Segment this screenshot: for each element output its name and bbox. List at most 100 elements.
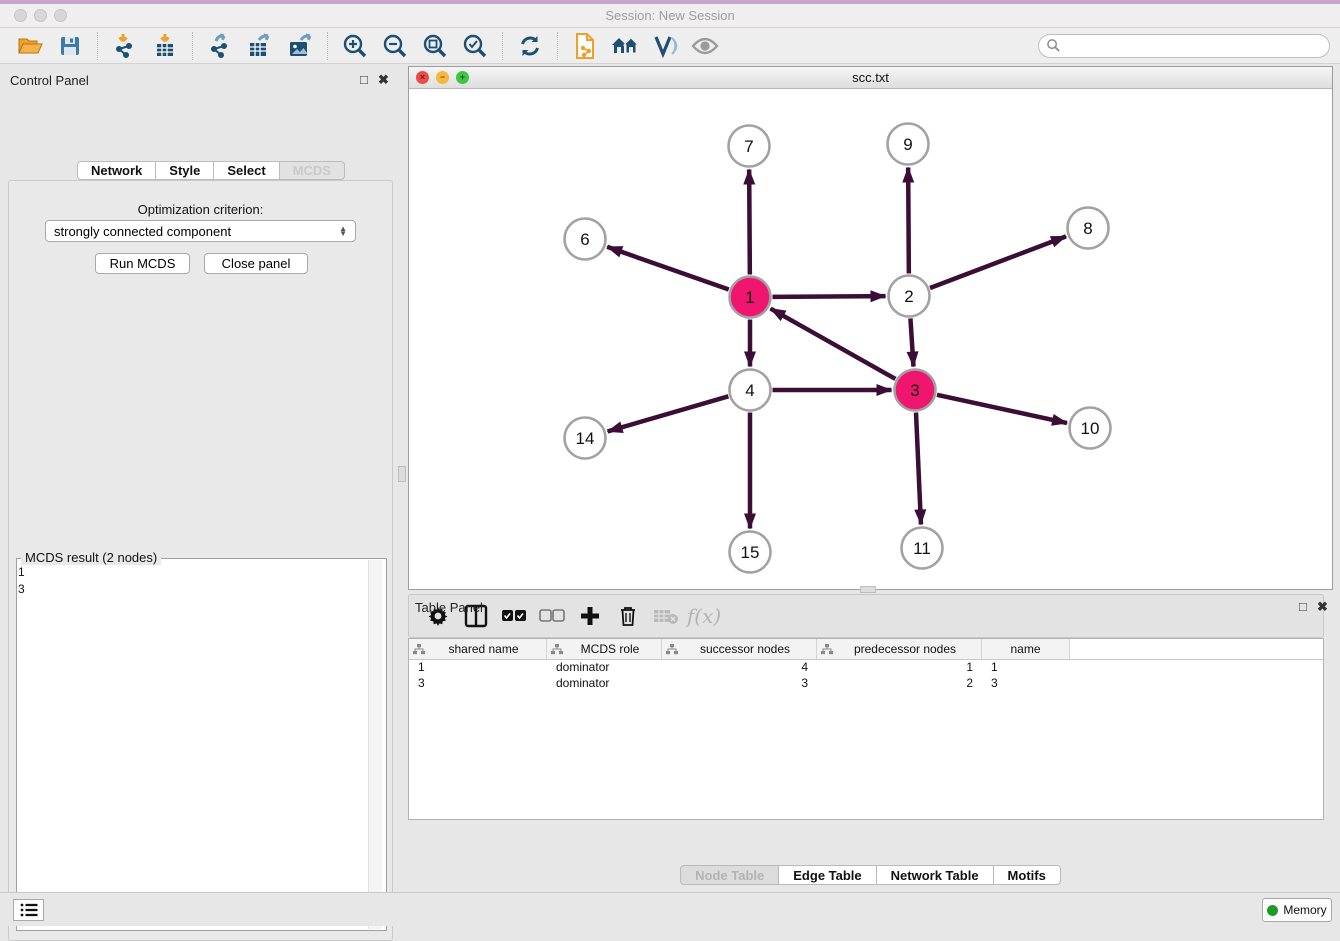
table-cell[interactable]: 3 bbox=[409, 676, 547, 692]
edge-3-10[interactable] bbox=[937, 395, 1067, 423]
export-table-icon[interactable] bbox=[244, 31, 276, 61]
node-4[interactable]: 4 bbox=[730, 370, 771, 411]
float-table-panel-icon[interactable]: □ bbox=[1299, 599, 1307, 614]
node-label: 8 bbox=[1083, 219, 1092, 238]
import-table-icon[interactable] bbox=[149, 31, 181, 61]
deselect-all-icon[interactable] bbox=[535, 600, 569, 632]
table-tabs: Node Table Edge Table Network Table Moti… bbox=[408, 865, 1333, 885]
node-7[interactable]: 7 bbox=[729, 126, 770, 167]
table-cell[interactable]: dominator bbox=[547, 660, 662, 676]
table-cell[interactable]: 1 bbox=[982, 660, 1070, 676]
tab-node-table[interactable]: Node Table bbox=[680, 865, 778, 885]
open-session-icon[interactable] bbox=[14, 31, 46, 61]
column-header-shared-name[interactable]: shared name bbox=[409, 639, 547, 659]
close-table-panel-icon[interactable]: ✖ bbox=[1317, 599, 1328, 615]
close-window-button[interactable] bbox=[14, 9, 27, 22]
tab-motifs[interactable]: Motifs bbox=[993, 865, 1061, 885]
table-row[interactable]: 3dominator323 bbox=[409, 676, 1323, 692]
column-header-predecessor-nodes[interactable]: predecessor nodes bbox=[817, 639, 982, 659]
task-history-button[interactable] bbox=[13, 899, 44, 921]
edge-2-9[interactable] bbox=[908, 167, 909, 273]
network-window-titlebar[interactable]: × − + scc.txt bbox=[409, 67, 1332, 89]
horizontal-splitter-grip[interactable] bbox=[860, 586, 876, 593]
node-3[interactable]: 3 bbox=[895, 370, 936, 411]
zoom-out-icon[interactable] bbox=[379, 31, 411, 61]
tab-select[interactable]: Select bbox=[213, 161, 278, 180]
tab-network-table[interactable]: Network Table bbox=[876, 865, 993, 885]
node-14[interactable]: 14 bbox=[565, 418, 606, 459]
network-file-icon[interactable] bbox=[569, 31, 601, 61]
zoom-window-button[interactable] bbox=[54, 9, 67, 22]
vizmapper-icon[interactable] bbox=[649, 31, 681, 61]
run-mcds-button[interactable]: Run MCDS bbox=[95, 253, 190, 274]
float-panel-icon[interactable]: □ bbox=[360, 72, 368, 87]
import-network-icon[interactable] bbox=[109, 31, 141, 61]
node-label: 10 bbox=[1081, 419, 1100, 438]
edge-1-7[interactable] bbox=[749, 169, 750, 274]
zoom-in-icon[interactable] bbox=[339, 31, 371, 61]
add-icon[interactable] bbox=[573, 600, 607, 632]
close-network-button[interactable]: × bbox=[416, 71, 429, 84]
search-box[interactable] bbox=[1038, 34, 1330, 58]
close-panel-button[interactable]: Close panel bbox=[204, 253, 308, 274]
tab-edge-table[interactable]: Edge Table bbox=[778, 865, 875, 885]
hide-eye-icon[interactable] bbox=[689, 31, 721, 61]
maximize-network-button[interactable]: + bbox=[456, 71, 469, 84]
table-row[interactable]: 1dominator411 bbox=[409, 660, 1323, 676]
cyndex-home-icon[interactable] bbox=[609, 31, 641, 61]
export-image-icon[interactable] bbox=[284, 31, 316, 61]
column-header-successor-nodes[interactable]: successor nodes bbox=[662, 639, 817, 659]
edge-1-2[interactable] bbox=[772, 296, 885, 297]
result-scrollbar[interactable] bbox=[368, 560, 382, 929]
table-cell[interactable]: 3 bbox=[662, 676, 817, 692]
table-cell[interactable]: dominator bbox=[547, 676, 662, 692]
node-10[interactable]: 10 bbox=[1070, 408, 1111, 449]
toolbar-separator bbox=[502, 32, 503, 60]
save-session-icon[interactable] bbox=[54, 31, 86, 61]
memory-button[interactable]: Memory bbox=[1262, 898, 1332, 922]
node-6[interactable]: 6 bbox=[565, 219, 606, 260]
table-cell[interactable]: 2 bbox=[817, 676, 982, 692]
export-network-icon[interactable] bbox=[204, 31, 236, 61]
network-canvas[interactable]: 7 9 6 8 1 2 4 3 14 10 15 11 bbox=[409, 89, 1332, 589]
network-title: scc.txt bbox=[409, 70, 1332, 85]
table-cell[interactable]: 1 bbox=[409, 660, 547, 676]
mcds-result-title: MCDS result (2 nodes) bbox=[21, 550, 161, 565]
select-all-icon[interactable] bbox=[497, 600, 531, 632]
table-cell[interactable]: 1 bbox=[817, 660, 982, 676]
table-cell[interactable]: 3 bbox=[982, 676, 1070, 692]
minimize-network-button[interactable]: − bbox=[436, 71, 449, 84]
search-input[interactable] bbox=[1061, 39, 1311, 53]
edge-2-8[interactable] bbox=[930, 236, 1066, 288]
tab-mcds[interactable]: MCDS bbox=[279, 161, 345, 180]
delete-icon[interactable] bbox=[611, 600, 645, 632]
node-8[interactable]: 8 bbox=[1068, 208, 1109, 249]
edge-4-14[interactable] bbox=[608, 396, 729, 431]
tab-network[interactable]: Network bbox=[77, 161, 155, 180]
table-panel-title: Table Panel bbox=[415, 600, 483, 615]
vertical-splitter-grip[interactable] bbox=[398, 466, 406, 482]
edge-1-6[interactable] bbox=[607, 247, 729, 290]
column-header-name[interactable]: name bbox=[982, 639, 1070, 659]
minimize-window-button[interactable] bbox=[34, 9, 47, 22]
close-panel-icon[interactable]: ✖ bbox=[378, 72, 389, 88]
refresh-icon[interactable] bbox=[514, 31, 546, 61]
edge-3-11[interactable] bbox=[916, 412, 921, 524]
table-cell[interactable]: 4 bbox=[662, 660, 817, 676]
hierarchy-icon bbox=[666, 644, 678, 655]
edge-3-1[interactable] bbox=[770, 309, 895, 379]
node-9[interactable]: 9 bbox=[888, 124, 929, 165]
column-header-mcds-role[interactable]: MCDS role bbox=[547, 639, 662, 659]
node-15[interactable]: 15 bbox=[730, 532, 771, 573]
criterion-dropdown[interactable]: strongly connected component ▲▼ bbox=[45, 220, 356, 242]
tab-style[interactable]: Style bbox=[155, 161, 213, 180]
node-2[interactable]: 2 bbox=[889, 276, 930, 317]
criterion-value: strongly connected component bbox=[54, 224, 339, 239]
node-11[interactable]: 11 bbox=[902, 528, 943, 569]
node-table[interactable]: shared name MCDS role successor nodes pr… bbox=[408, 638, 1324, 820]
node-1[interactable]: 1 bbox=[730, 277, 771, 318]
zoom-selected-icon[interactable] bbox=[459, 31, 491, 61]
edge-2-3[interactable] bbox=[910, 318, 913, 366]
mcds-result-text[interactable]: 1 3 bbox=[18, 564, 370, 927]
zoom-fit-icon[interactable] bbox=[419, 31, 451, 61]
